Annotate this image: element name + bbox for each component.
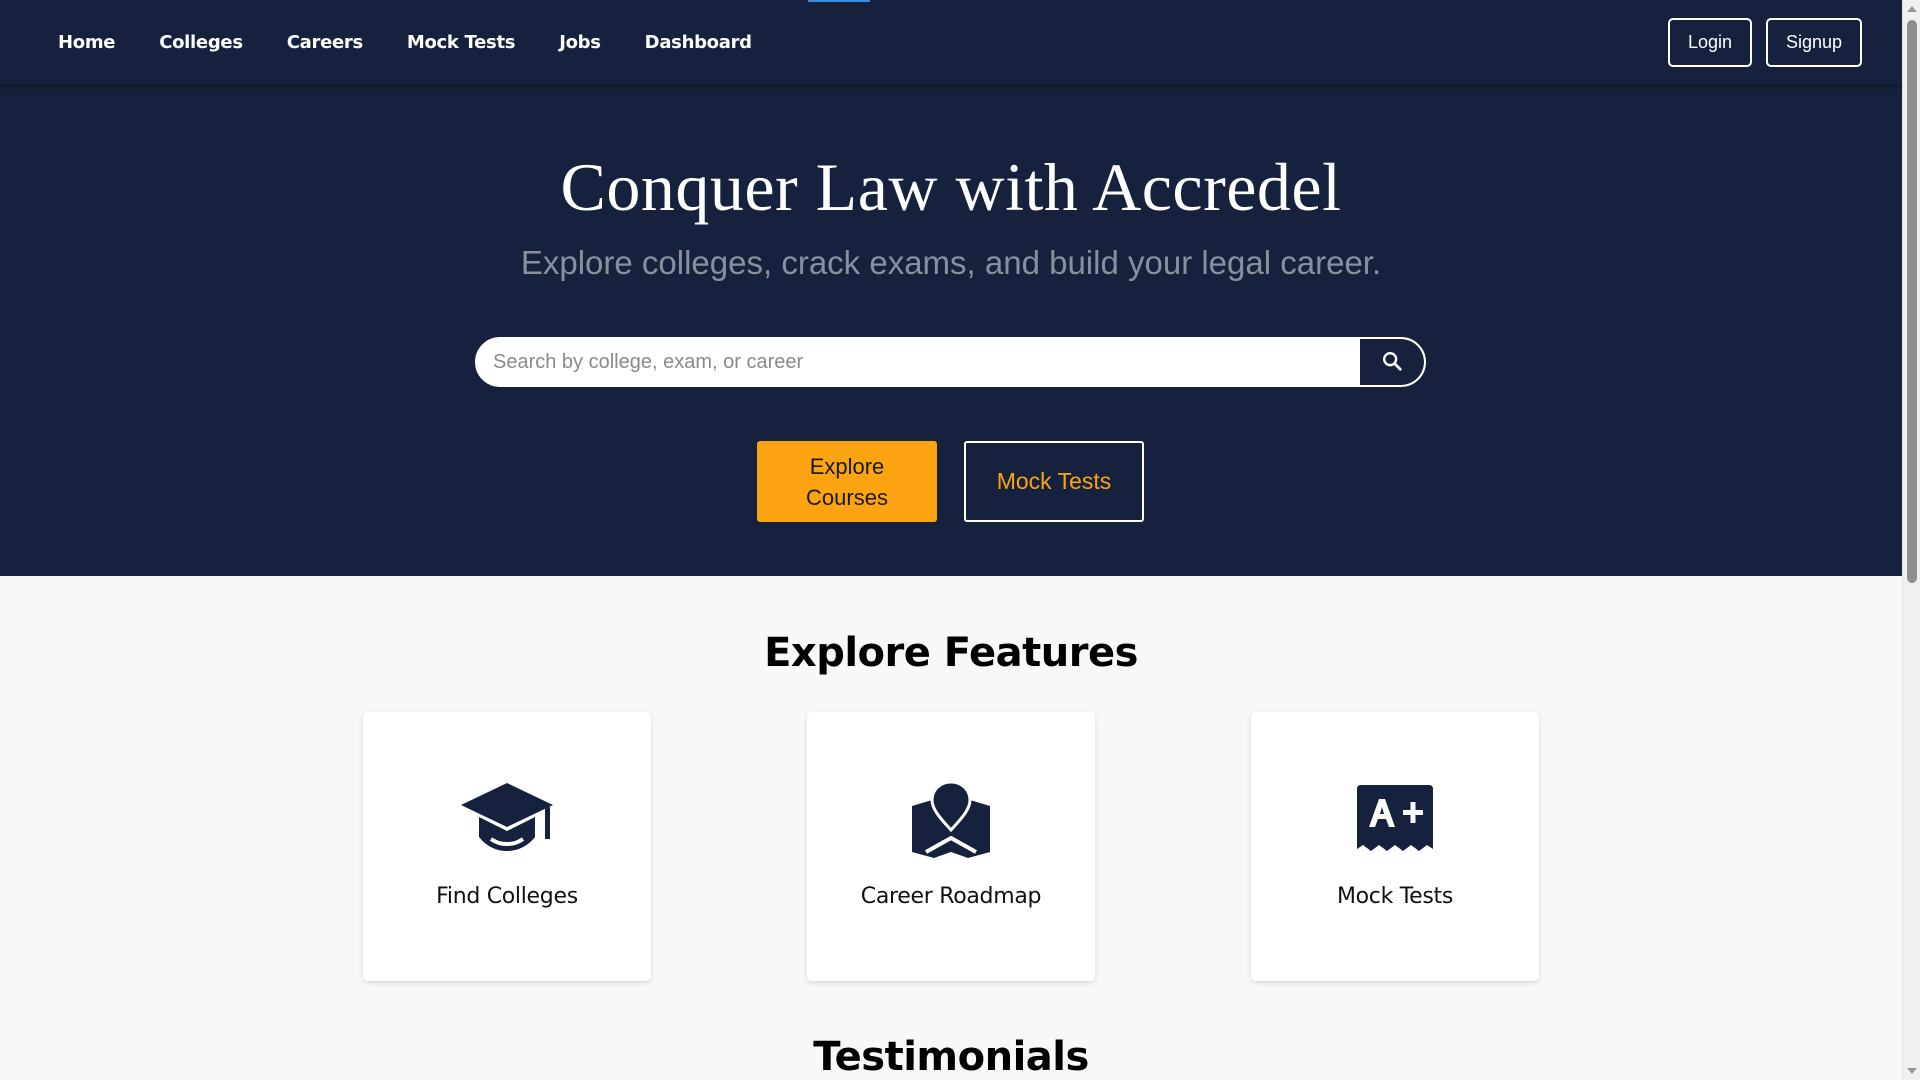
nav-link-dashboard[interactable]: Dashboard <box>645 32 752 53</box>
vertical-scrollbar[interactable] <box>1902 0 1920 1080</box>
search-icon <box>1381 350 1403 375</box>
feature-card-label: Mock Tests <box>1336 884 1454 909</box>
hero-title: Conquer Law with Accredel <box>560 149 1342 225</box>
explore-courses-button[interactable]: Explore Courses <box>757 441 937 522</box>
nav-link-colleges[interactable]: Colleges <box>159 32 243 53</box>
nav-active-indicator <box>808 0 870 2</box>
search-input[interactable] <box>477 339 1360 385</box>
feature-card-label: Find Colleges <box>436 884 578 909</box>
search-bar <box>475 337 1426 387</box>
nav-link-home[interactable]: Home <box>58 32 116 53</box>
hero-subtitle: Explore colleges, crack exams, and build… <box>520 244 1382 281</box>
feature-card-find-colleges[interactable]: Find Colleges <box>363 712 651 981</box>
testimonials-title: Testimonials <box>813 1034 1089 1080</box>
nav-links: Home Colleges Careers Mock Tests Jobs Da… <box>58 0 752 84</box>
login-button[interactable]: Login <box>1668 18 1752 67</box>
nav-link-mock-tests[interactable]: Mock Tests <box>407 32 516 53</box>
page: Conquer Law with Accredel Explore colleg… <box>0 0 1902 1080</box>
search-button[interactable] <box>1360 339 1424 385</box>
signup-button[interactable]: Signup <box>1766 18 1862 67</box>
mock-tests-button[interactable]: Mock Tests <box>964 441 1144 522</box>
scroll-thumb[interactable] <box>1907 20 1917 583</box>
graduation-cap-icon <box>457 780 557 860</box>
navbar: Home Colleges Careers Mock Tests Jobs Da… <box>0 0 1902 84</box>
features-title: Explore Features <box>764 630 1138 676</box>
feature-card-label: Career Roadmap <box>860 884 1042 909</box>
map-location-icon <box>901 780 1001 860</box>
auth-buttons: Login Signup <box>1668 18 1862 67</box>
feature-card-mock-tests[interactable]: Mock Tests <box>1251 712 1539 981</box>
feature-cards: Find Colleges Career Roadmap Mock Tests <box>363 712 1539 981</box>
feature-card-career-roadmap[interactable]: Career Roadmap <box>807 712 1095 981</box>
scroll-up-icon[interactable] <box>1907 6 1917 12</box>
hero-actions: Explore Courses Mock Tests <box>757 441 1144 522</box>
nav-link-careers[interactable]: Careers <box>287 32 363 53</box>
nav-link-jobs[interactable]: Jobs <box>559 32 601 53</box>
scroll-down-icon[interactable] <box>1907 1068 1917 1074</box>
hero-section: Conquer Law with Accredel Explore colleg… <box>0 0 1902 576</box>
grade-a-plus-icon <box>1345 780 1445 860</box>
